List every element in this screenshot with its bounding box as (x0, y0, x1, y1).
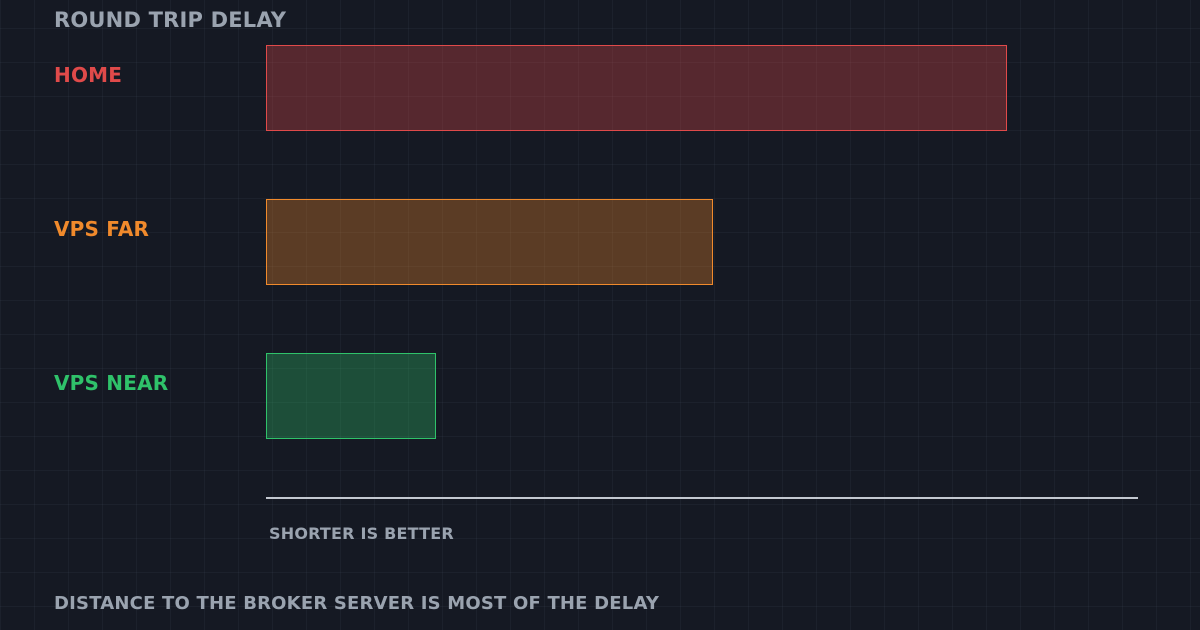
chart-title: ROUND TRIP DELAY (54, 8, 287, 32)
bar-label-vps-far: VPS FAR (54, 217, 150, 241)
bar-home (266, 45, 1008, 131)
bar-vps-far (266, 199, 714, 285)
x-axis-line (266, 497, 1138, 499)
bar-label-vps-near: VPS NEAR (54, 371, 169, 395)
axis-note: SHORTER IS BETTER (269, 524, 454, 543)
bar-vps-near (266, 353, 437, 439)
bar-label-home: HOME (54, 63, 123, 87)
footer-note: DISTANCE TO THE BROKER SERVER IS MOST OF… (54, 593, 660, 614)
